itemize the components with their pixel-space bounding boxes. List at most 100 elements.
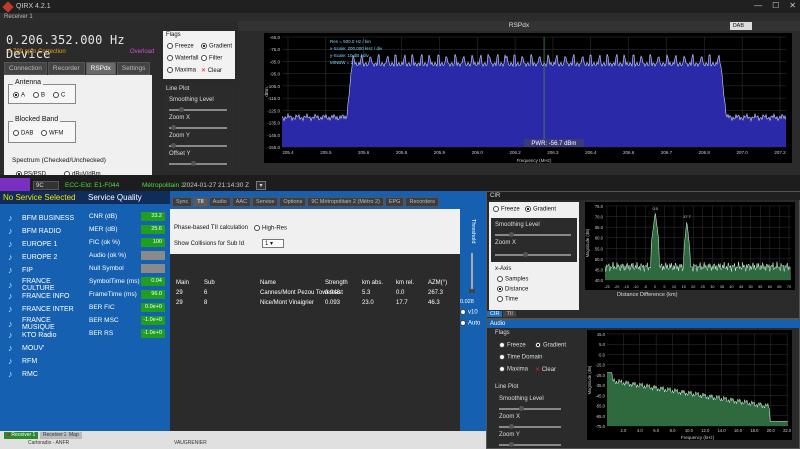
tab-recorder[interactable]: Recorder [47, 62, 85, 75]
cir-smoothing-slider[interactable] [495, 232, 571, 237]
map-place: VAUGRENIER [174, 440, 207, 446]
maxima-radio[interactable]: Maxima [167, 67, 196, 74]
threshold-slider[interactable] [469, 253, 475, 293]
sub-id-select[interactable]: 1 ▾ [262, 239, 284, 248]
service-item[interactable]: ♪ MOUV' [8, 343, 44, 353]
tab-connection[interactable]: Connection [4, 62, 47, 75]
service-item[interactable]: ♪ FRANCE INTER [8, 304, 74, 314]
minimize-button[interactable]: — [754, 1, 762, 10]
map-button[interactable]: Map [66, 432, 82, 439]
tii-column-header[interactable]: Main [176, 280, 189, 286]
center-tab[interactable]: EPG [384, 197, 405, 207]
spectrum-mode-select[interactable]: DAB [729, 22, 752, 30]
service-item[interactable]: ♪ FRANCE MUSIQUE [8, 317, 85, 331]
tii-column-header[interactable]: Strength [325, 280, 348, 286]
tab-tii[interactable]: TII [503, 311, 516, 317]
map-credit: Cartoradio - ANFR [28, 440, 70, 446]
cir-zoom-x-slider[interactable] [495, 252, 571, 257]
xaxis-distance-radio[interactable]: Distance [497, 286, 528, 293]
tii-column-header[interactable]: Name [260, 280, 276, 286]
center-tab[interactable]: 9C Métropolitain 2 (Métro 2) [307, 197, 384, 207]
frequency-display[interactable]: 0.206.352.000 Hz Device [6, 33, 160, 61]
audio-smoothing-slider[interactable] [499, 406, 561, 411]
v10-radio[interactable]: v10 [460, 309, 478, 316]
audio-zoom-y-slider[interactable] [499, 442, 561, 447]
smoothing-slider[interactable] [169, 107, 227, 112]
cir-gradient-radio[interactable]: Gradient [525, 206, 556, 213]
service-item[interactable]: ♪ FRANCE INFO [8, 291, 69, 301]
audio-clear-button[interactable]: ✕ Clear [535, 366, 556, 373]
gradient-radio[interactable]: Gradient [201, 43, 232, 50]
cir-fill [605, 213, 791, 280]
center-tab[interactable]: Sync [172, 197, 193, 207]
service-item[interactable]: ♪ BFM RADIO [8, 226, 61, 236]
antenna-c-radio[interactable]: C [53, 92, 65, 99]
ensemble-dropdown-button[interactable]: ▾ [256, 181, 266, 190]
waterfall-radio[interactable]: Waterfall [167, 55, 198, 62]
tii-cell: 5.3 [362, 290, 371, 296]
audio-spectrum-plot[interactable]: 15.0 5.0 -5.0 -15.0 -25.0 -35.0 -45.0 -55.0 -65.… [587, 330, 792, 440]
cir-freeze-radio[interactable]: Freeze [493, 206, 520, 213]
service-item[interactable]: ♪ KTO Radio [8, 330, 57, 340]
threshold-label: Threshold [470, 219, 476, 244]
collisions-label: Show Collisions for Sub Id [174, 241, 245, 247]
tii-column-header[interactable]: km rel. [396, 280, 414, 286]
spectrum-plot[interactable]: -65.0 -75.0 -85.0 -95.0 -105.0 -115.0 -125.0 -1… [264, 33, 792, 163]
antenna-b-radio[interactable]: B [33, 92, 45, 99]
audio-zoom-x-slider[interactable] [499, 424, 561, 429]
center-tab[interactable]: Service [252, 197, 279, 207]
cir-plot[interactable]: 75.070.065.060.055.050.045.040.0-25 -20 -1… [585, 202, 795, 290]
audio-timedomain-radio[interactable]: Time Domain [499, 354, 542, 361]
close-button[interactable]: ✕ [789, 1, 796, 10]
center-tab[interactable]: AAC [231, 197, 252, 207]
tii-row[interactable]: 29 8 Nice/Mont Vinaigrier 0.093 23.0 17.7 46.3 [170, 299, 460, 309]
spectrum-ytick: -145.0 [267, 133, 280, 138]
audio-gradient-radio[interactable]: Gradient [535, 342, 566, 349]
dab-radio[interactable]: DAB [13, 130, 33, 137]
service-item[interactable]: ♪ EUROPE 1 [8, 239, 57, 249]
xaxis-time-radio[interactable]: Time [497, 296, 518, 303]
chevron-down-icon: ▾ [259, 183, 263, 189]
high-res-radio[interactable]: High-Res [254, 225, 287, 232]
center-tab[interactable]: Audio [208, 197, 231, 207]
service-item[interactable]: ♪ RFM [8, 356, 37, 366]
maximize-button[interactable]: ☐ [772, 1, 779, 10]
ppm-correction: -0.799 ppm Correction [6, 49, 66, 55]
xaxis-samples-radio[interactable]: Samples [497, 276, 528, 283]
tii-column-header[interactable]: Sub [204, 280, 215, 286]
filter-radio[interactable]: Filter [201, 55, 222, 62]
audio-maxima-radio[interactable]: Maxima [499, 366, 528, 373]
service-name: RFM [22, 357, 38, 365]
service-item[interactable]: ♪ FIP [8, 265, 33, 275]
offset-y-slider[interactable] [169, 161, 227, 166]
tii-column-header[interactable]: AZM(°) [428, 280, 447, 286]
audio-freeze-radio[interactable]: Freeze [499, 342, 526, 349]
service-item[interactable]: ♪ EUROPE 2 [8, 252, 57, 262]
cir-smoothing-label: Smoothing Level [495, 222, 540, 228]
tii-row[interactable]: 29 6 Cannes/Mont Pezou Towercast 0.948 5.3 0.… [170, 289, 460, 299]
service-item[interactable]: ♪ BFM BUSINESS [8, 213, 74, 223]
clear-button[interactable]: ✕ Clear [201, 67, 222, 74]
tab-rspdx[interactable]: RSPdx [85, 62, 116, 75]
title-bar: QIRX 4.2.1 — ☐ ✕ [0, 0, 800, 13]
antenna-a-radio[interactable]: A [13, 92, 25, 99]
service-item[interactable]: ♪ RMC [8, 369, 38, 379]
wfm-radio[interactable]: WFM [41, 130, 63, 137]
receiver-1-button[interactable]: ■ Receiver 1 [4, 432, 39, 439]
channel-select[interactable]: 9C [33, 181, 59, 190]
service-name: BFM RADIO [22, 227, 61, 235]
center-tab[interactable]: TII [193, 197, 208, 207]
center-tab[interactable]: Recorders [405, 197, 439, 207]
audio-flags-title: Flags [495, 330, 510, 336]
service-name: RMC [22, 370, 38, 378]
center-tab[interactable]: Options [279, 197, 307, 207]
service-item[interactable]: ♪ FRANCE CULTURE [8, 278, 85, 292]
tii-column-header[interactable]: km abs. [362, 280, 383, 286]
tab-settings[interactable]: Settings [116, 62, 151, 75]
freeze-radio[interactable]: Freeze [167, 43, 194, 50]
zoom-x-slider[interactable] [169, 125, 227, 130]
spectrum-xtick: 205.8 [396, 150, 408, 155]
tab-cir[interactable]: CIR [487, 311, 503, 317]
auto-radio[interactable]: Auto [460, 320, 480, 327]
zoom-y-slider[interactable] [169, 143, 227, 148]
